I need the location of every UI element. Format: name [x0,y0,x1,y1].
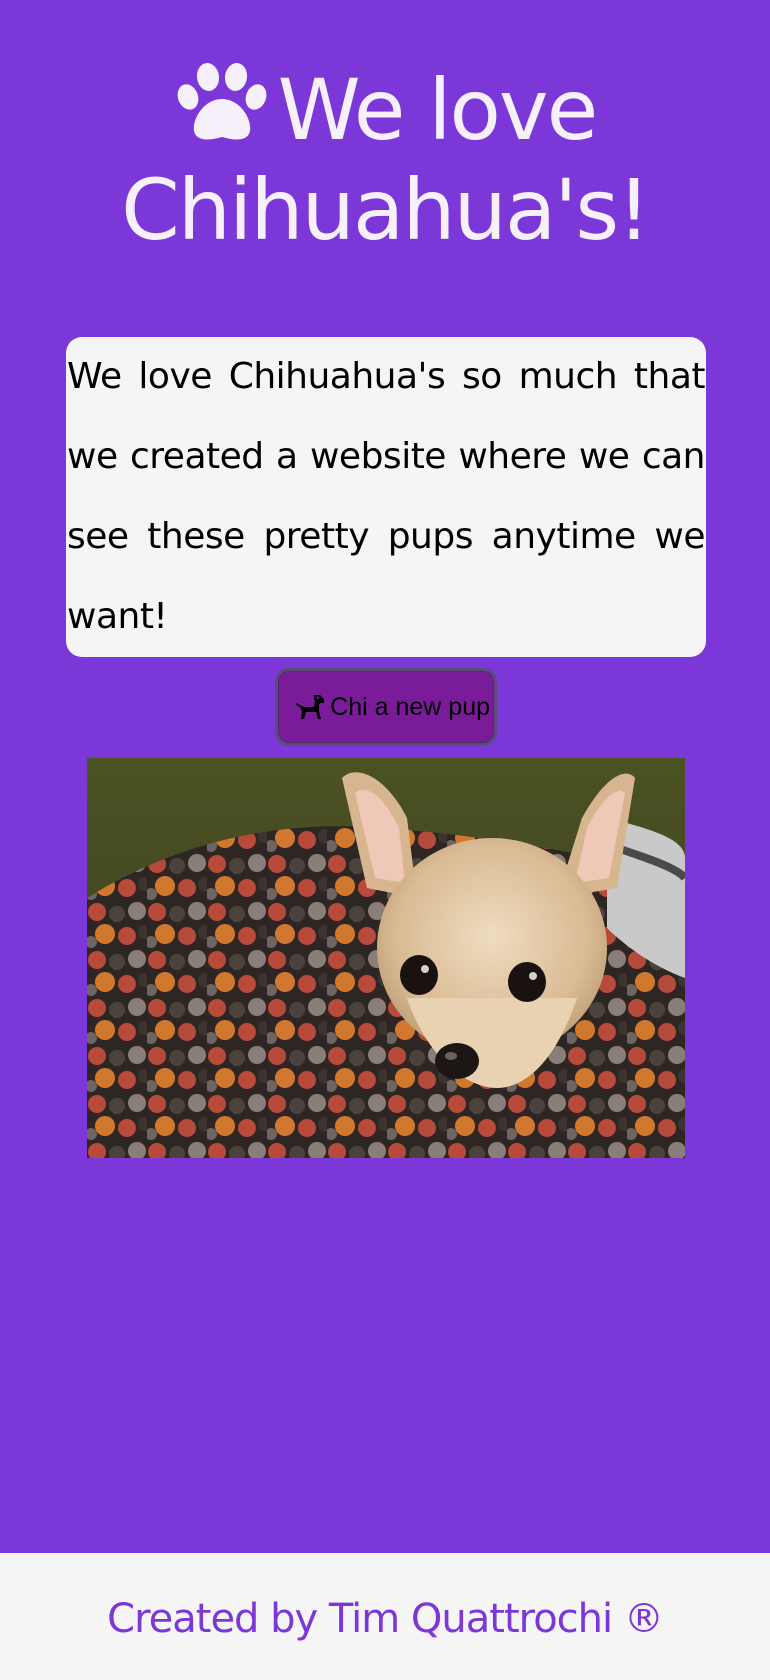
page-title: We love Chihuahua's! [0,60,770,260]
chihuahua-photo [87,758,685,1158]
new-pup-button[interactable]: Chi a new pup [275,668,497,746]
footer: Created by Tim Quattrochi ® [0,1553,770,1680]
new-pup-button-label: Chi a new pup [330,692,490,721]
title-line-1: We love [0,60,770,160]
intro-card: We love Chihuahua's so much that we crea… [66,337,706,657]
paw-icon [177,63,267,140]
dog-icon [296,695,325,719]
footer-credit: Created by Tim Quattrochi ® [107,1595,664,1642]
chihuahua-image [87,758,685,1158]
page: We love Chihuahua's! We love Chihuahua's… [0,0,770,1680]
title-line-2: Chihuahua's! [121,161,651,259]
intro-text: We love Chihuahua's so much that we crea… [67,356,706,637]
title-text-1: We love [277,61,599,159]
